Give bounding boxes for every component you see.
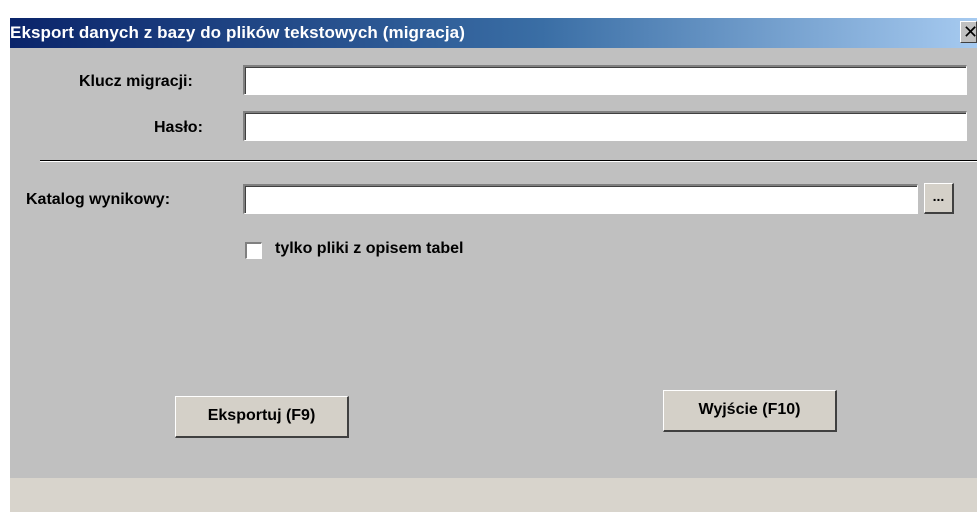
only-table-description-checkbox[interactable]: [245, 242, 262, 259]
export-button-label: Eksportuj (F9): [207, 407, 316, 424]
only-table-description-label[interactable]: tylko pliki z opisem tabel: [275, 240, 464, 258]
title-bar[interactable]: Eksport danych z bazy do plików tekstowy…: [10, 18, 977, 48]
window-title: Eksport danych z bazy do plików tekstowy…: [10, 23, 465, 42]
migration-key-input[interactable]: [243, 65, 967, 95]
password-label: Hasło:: [154, 119, 203, 136]
close-icon: ✕: [963, 22, 977, 42]
password-input[interactable]: [243, 111, 967, 141]
export-dialog: Eksport danych z bazy do plików tekstowy…: [10, 18, 977, 512]
browse-button[interactable]: ...: [924, 183, 954, 214]
output-directory-label: Katalog wynikowy:: [26, 191, 171, 208]
ellipsis-icon: ...: [932, 188, 945, 204]
migration-key-label: Klucz migracji:: [79, 73, 193, 90]
exit-button[interactable]: Wyjście (F10): [663, 390, 837, 432]
export-button[interactable]: Eksportuj (F9): [175, 396, 349, 438]
separator-line: [40, 160, 977, 162]
status-bar: [10, 478, 977, 512]
output-directory-input[interactable]: [243, 184, 918, 214]
close-button[interactable]: ✕: [960, 21, 977, 43]
exit-button-label: Wyjście (F10): [698, 401, 801, 418]
screen: Eksport danych z bazy do plików tekstowy…: [0, 0, 977, 512]
